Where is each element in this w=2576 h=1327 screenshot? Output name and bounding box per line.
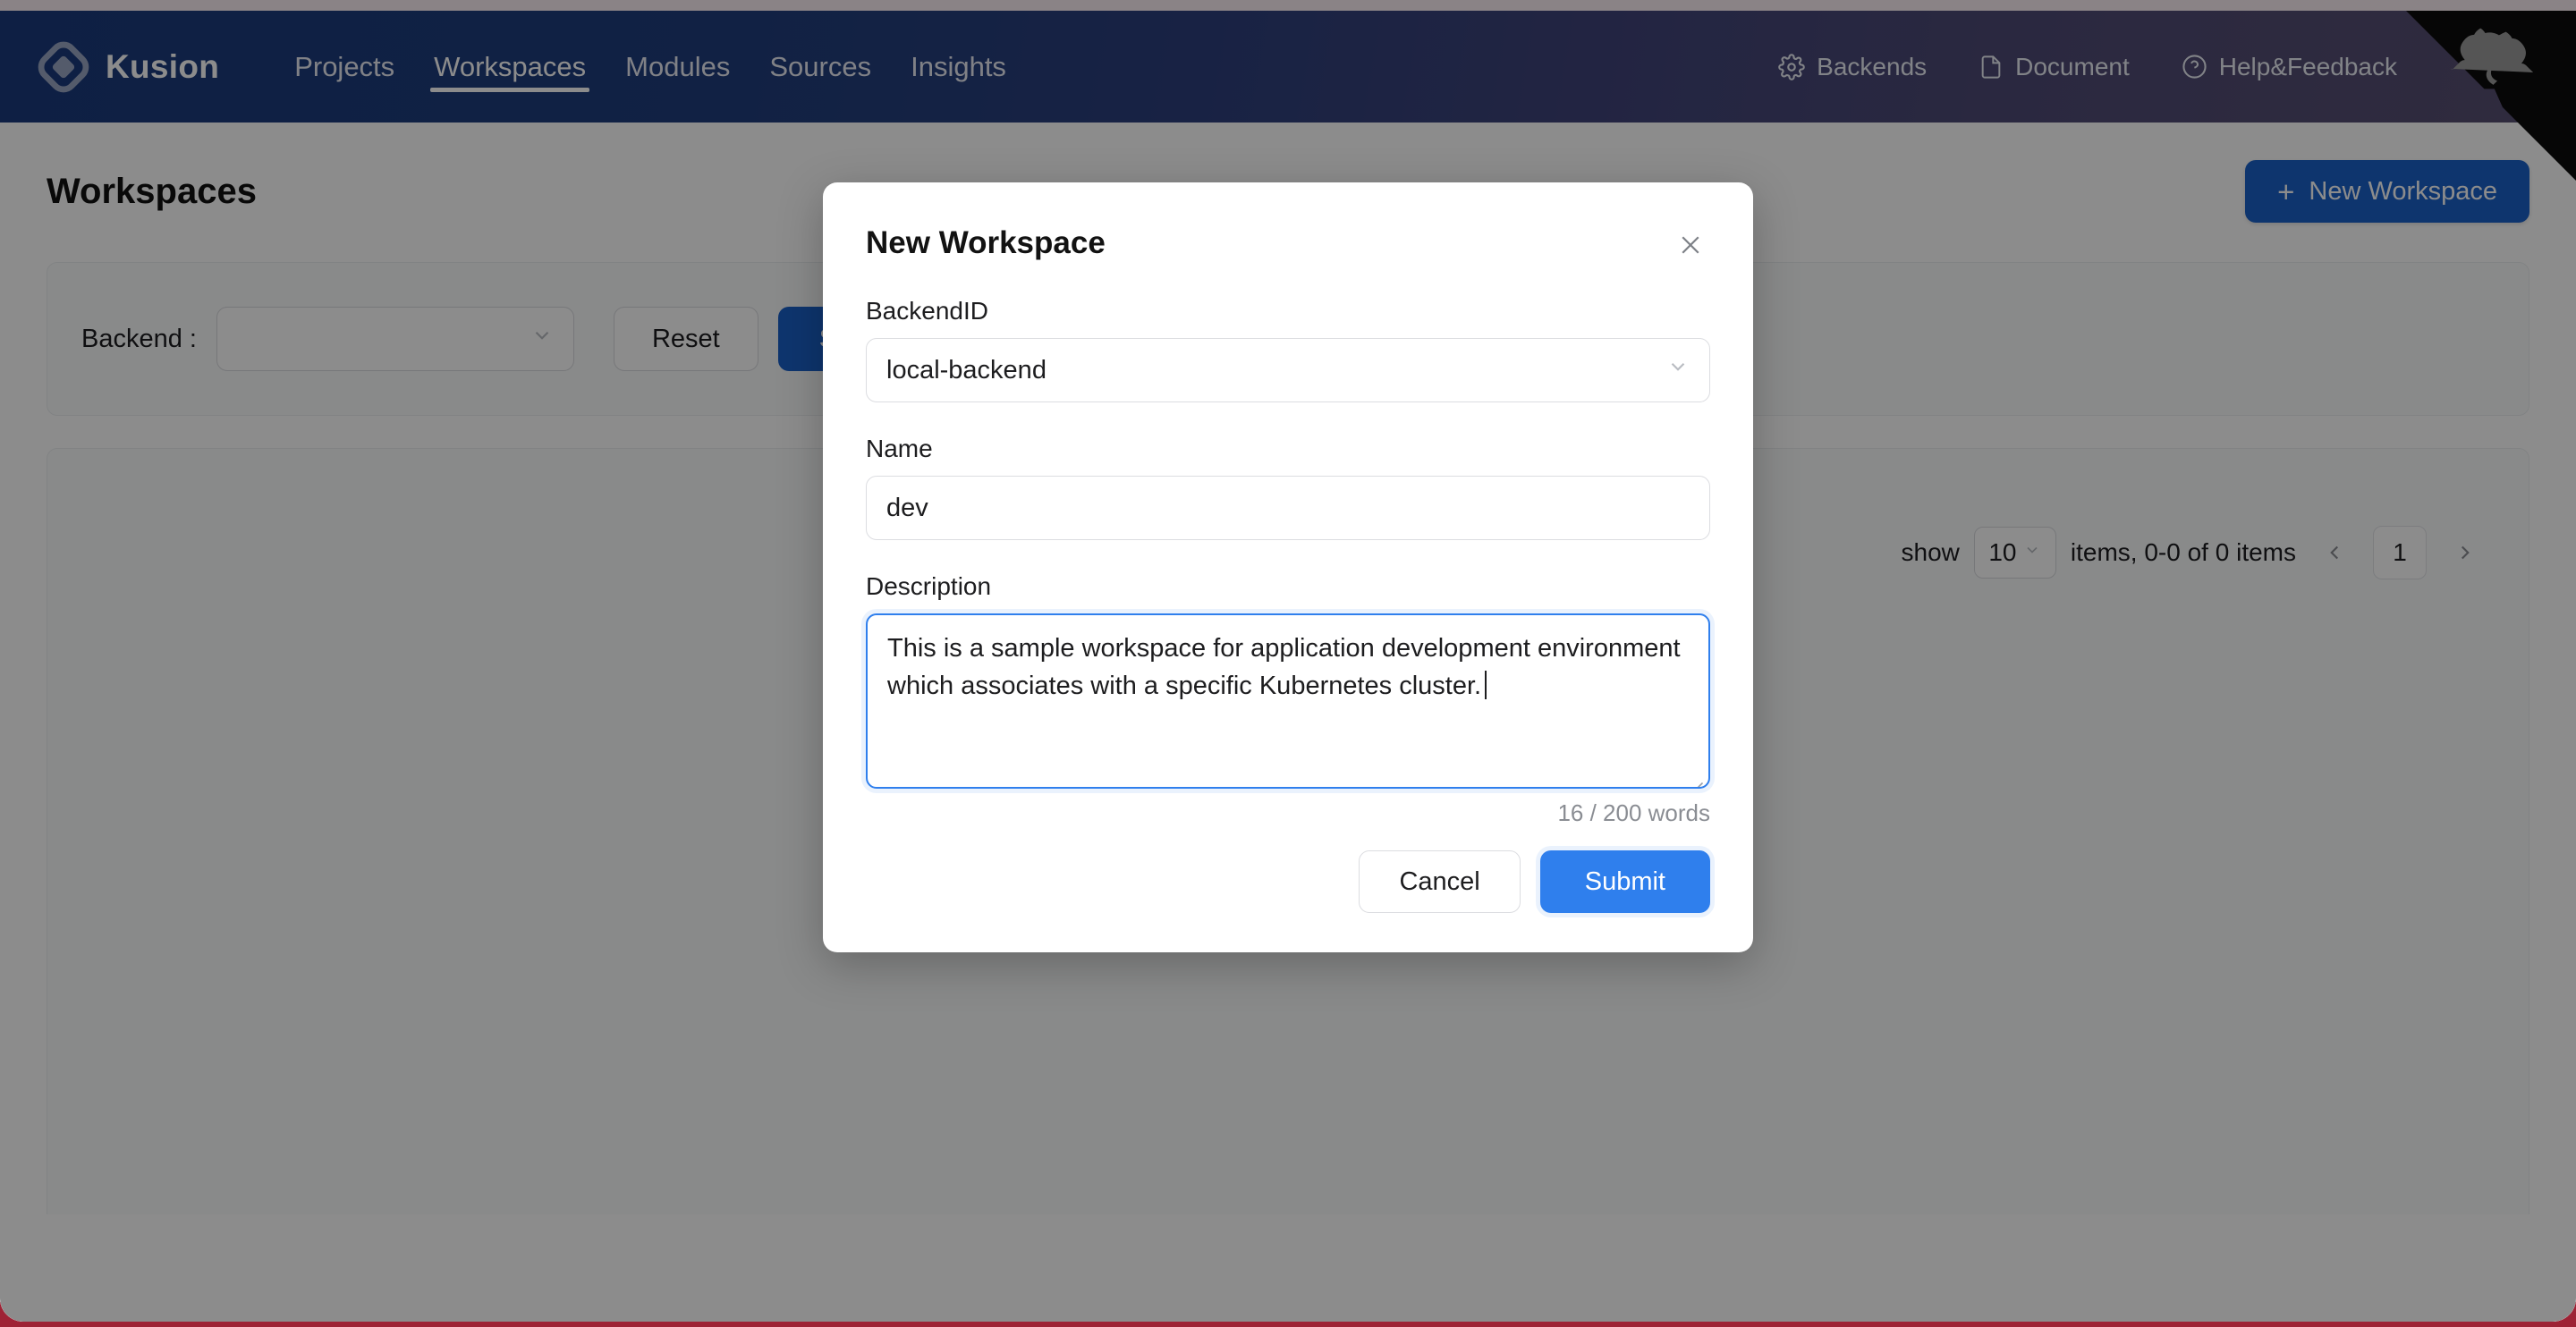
backend-id-label: BackendID bbox=[866, 297, 988, 325]
field-backend-id: BackendID local-backend bbox=[866, 297, 1710, 402]
modal-header: New Workspace bbox=[866, 225, 1710, 265]
text-cursor bbox=[1485, 671, 1487, 700]
submit-button[interactable]: Submit bbox=[1539, 850, 1710, 913]
browser-viewport: Workspaces + New Workspace Backend : Res… bbox=[0, 0, 2576, 1322]
name-value: dev bbox=[886, 493, 928, 522]
modal-title: New Workspace bbox=[866, 225, 1106, 260]
description-textarea[interactable]: This is a sample workspace for applicati… bbox=[866, 613, 1710, 789]
chevron-down-icon bbox=[1666, 355, 1690, 385]
backend-id-select[interactable]: local-backend bbox=[866, 338, 1710, 402]
field-name: Name dev bbox=[866, 435, 1710, 540]
description-value: This is a sample workspace for applicati… bbox=[887, 634, 1681, 701]
cancel-button[interactable]: Cancel bbox=[1359, 850, 1521, 913]
name-input[interactable]: dev bbox=[866, 476, 1710, 540]
resize-grip-icon[interactable] bbox=[1687, 767, 1705, 787]
description-word-count: 16 / 200 words bbox=[1557, 799, 1710, 826]
close-icon[interactable] bbox=[1671, 225, 1710, 265]
new-workspace-modal: New Workspace BackendID local-backend Na… bbox=[823, 182, 1753, 952]
modal-actions: Cancel Submit bbox=[866, 850, 1710, 913]
field-description: Description This is a sample workspace f… bbox=[866, 572, 1710, 827]
name-label: Name bbox=[866, 435, 933, 462]
description-label: Description bbox=[866, 572, 992, 600]
backend-id-value: local-backend bbox=[886, 355, 1046, 385]
